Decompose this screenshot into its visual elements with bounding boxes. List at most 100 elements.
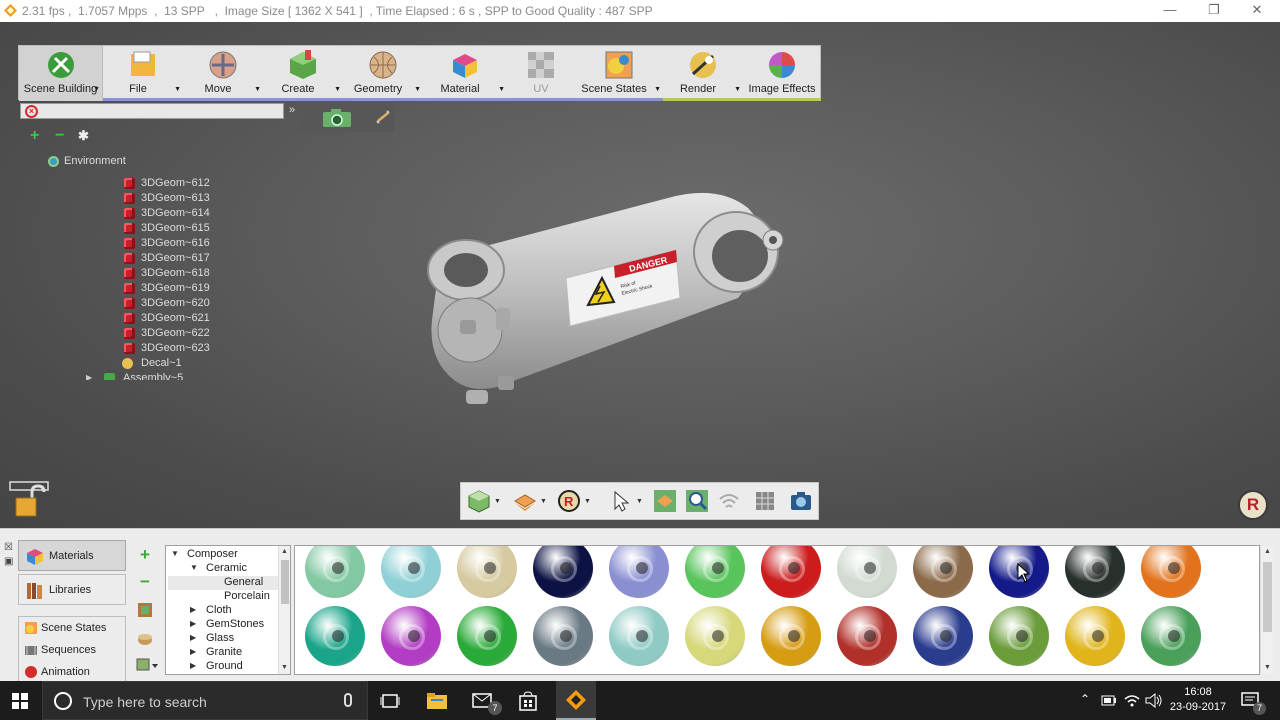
lock-icon[interactable]	[8, 478, 50, 520]
library-item-granite[interactable]: ▶ Granite	[168, 646, 280, 660]
ribbon-file[interactable]: File ▼	[103, 46, 183, 101]
library-item-cloth[interactable]: ▶ Cloth	[168, 604, 280, 618]
material-swatch[interactable]	[837, 606, 897, 666]
ribbon-image-effects[interactable]: Image Effects	[743, 46, 821, 101]
ribbon-geometry[interactable]: Geometry ▼	[343, 46, 423, 101]
file-explorer-icon[interactable]	[427, 692, 447, 709]
filter-icon[interactable]: ✱	[78, 128, 89, 144]
volume-icon[interactable]	[1145, 693, 1163, 708]
ribbon-scene-states[interactable]: Scene States ▼	[575, 46, 663, 101]
dropdown-arrow-icon[interactable]: ▼	[334, 86, 341, 93]
material-swatch[interactable]	[457, 606, 517, 666]
view-cube-button[interactable]: ▼	[467, 489, 503, 515]
scroll-thumb[interactable]	[281, 560, 289, 604]
ribbon-material[interactable]: Material ▼	[423, 46, 507, 101]
minimize-button[interactable]: —	[1147, 0, 1193, 22]
library-item-ground[interactable]: ▶ Ground	[168, 660, 280, 674]
material-swatch[interactable]	[381, 606, 441, 666]
nav-scene-states-button[interactable]: Scene States	[18, 617, 126, 639]
add-material-icon[interactable]: +	[136, 546, 154, 564]
library-item-gemstones[interactable]: ▶ GemStones	[168, 618, 280, 632]
ground-plane-button[interactable]: ▼	[513, 489, 549, 515]
camera-icon[interactable]	[321, 108, 353, 128]
material-swatch[interactable]	[381, 546, 441, 598]
nav-sequences-button[interactable]: Sequences	[18, 639, 126, 661]
dropdown-arrow-icon[interactable]: ▼	[636, 498, 643, 505]
material-swatch[interactable]	[837, 546, 897, 598]
scroll-thumb[interactable]	[1263, 562, 1272, 632]
material-swatch[interactable]	[457, 546, 517, 598]
material-swatch[interactable]	[761, 546, 821, 598]
material-swatch[interactable]	[913, 546, 973, 598]
select-tool-button[interactable]: ▼	[609, 489, 645, 515]
expand-arrow-icon[interactable]: ▶	[190, 661, 196, 670]
scroll-up-icon[interactable]: ▲	[1264, 548, 1271, 555]
material-swatch[interactable]	[609, 546, 669, 598]
material-bowl-icon[interactable]	[136, 629, 154, 647]
scroll-up-icon[interactable]: ▲	[281, 548, 288, 555]
windows-start-icon[interactable]	[12, 693, 28, 709]
render-viewport[interactable]: Scene Building ▼ File ▼ Move ▼ Create ▼ …	[0, 22, 1280, 528]
wifi-icon[interactable]	[1124, 693, 1140, 708]
task-view-icon[interactable]	[380, 693, 400, 709]
import-material-icon[interactable]	[136, 601, 154, 619]
material-swatch[interactable]	[1065, 606, 1125, 666]
expand-arrow-icon[interactable]: ▶	[86, 373, 94, 380]
dropdown-arrow-icon[interactable]: ▼	[498, 86, 505, 93]
fit-view-button[interactable]	[653, 489, 677, 515]
library-item-porcelain[interactable]: Porcelain	[168, 590, 280, 604]
library-item-composer[interactable]: ▼ Composer	[168, 548, 280, 562]
expand-arrow-icon[interactable]: ▼	[171, 549, 179, 558]
close-button[interactable]: ✕	[1234, 0, 1280, 22]
nav-materials-button[interactable]: Materials	[18, 540, 126, 571]
render-mode-button[interactable]: R ▼	[557, 489, 593, 515]
material-swatch[interactable]	[1141, 606, 1201, 666]
dropdown-arrow-icon[interactable]: ▼	[93, 86, 100, 93]
expand-arrow-icon[interactable]: ▼	[190, 563, 198, 572]
dropdown-arrow-icon[interactable]: ▼	[494, 498, 501, 505]
scroll-down-icon[interactable]: ▼	[281, 664, 288, 671]
scene-search-input[interactable]: ×	[20, 103, 284, 119]
swatch-scrollbar[interactable]: ▲ ▼	[1260, 546, 1273, 674]
material-swatch[interactable]	[685, 606, 745, 666]
expand-arrow-icon[interactable]: ▶	[190, 647, 196, 656]
nav-libraries-button[interactable]: Libraries	[18, 574, 126, 605]
library-item-ceramic[interactable]: ▼ Ceramic	[168, 562, 280, 576]
material-swatch[interactable]	[989, 606, 1049, 666]
tray-expand-icon[interactable]: ⌃	[1080, 692, 1090, 706]
material-swatch[interactable]	[913, 606, 973, 666]
zoom-button[interactable]	[685, 489, 709, 515]
dock-close-icon[interactable]: ☒	[4, 543, 14, 553]
wireless-button[interactable]	[717, 489, 741, 515]
material-swatch[interactable]	[533, 546, 593, 598]
clear-search-icon[interactable]: ×	[25, 105, 38, 118]
microphone-icon[interactable]	[344, 693, 352, 707]
library-item-glass[interactable]: ▶ Glass	[168, 632, 280, 646]
expand-all-icon[interactable]: +	[30, 128, 39, 144]
collapse-all-icon[interactable]: −	[55, 128, 64, 144]
nav-animation-button[interactable]: Animation	[18, 661, 126, 683]
ribbon-create[interactable]: Create ▼	[263, 46, 343, 101]
screenshot-button[interactable]	[789, 489, 813, 515]
dock-float-icon[interactable]: ▣	[4, 557, 14, 567]
material-swatch[interactable]	[1141, 546, 1201, 598]
expand-arrow-icon[interactable]: ▶	[190, 633, 196, 642]
ribbon-uv[interactable]: UV	[507, 46, 575, 101]
material-swatch[interactable]	[761, 606, 821, 666]
remove-material-icon[interactable]: −	[136, 573, 154, 591]
dropdown-arrow-icon[interactable]: ▼	[254, 86, 261, 93]
scroll-down-icon[interactable]: ▼	[1264, 664, 1271, 671]
library-scrollbar[interactable]: ▲ ▼	[278, 546, 290, 674]
ribbon-scene-building[interactable]: Scene Building ▼	[19, 46, 103, 101]
dropdown-arrow-icon[interactable]: ▼	[414, 86, 421, 93]
expand-arrow-icon[interactable]: ▶	[190, 605, 196, 614]
restore-button[interactable]: ❐	[1191, 0, 1237, 22]
dropdown-arrow-icon[interactable]: ▼	[734, 86, 741, 93]
material-swatch[interactable]	[1065, 546, 1125, 598]
material-swatch[interactable]	[609, 606, 669, 666]
material-swatch[interactable]	[685, 546, 745, 598]
material-swatch[interactable]	[305, 546, 365, 598]
dropdown-arrow-icon[interactable]: ▼	[540, 498, 547, 505]
library-item-general[interactable]: General	[168, 576, 278, 590]
store-icon[interactable]	[518, 691, 538, 711]
